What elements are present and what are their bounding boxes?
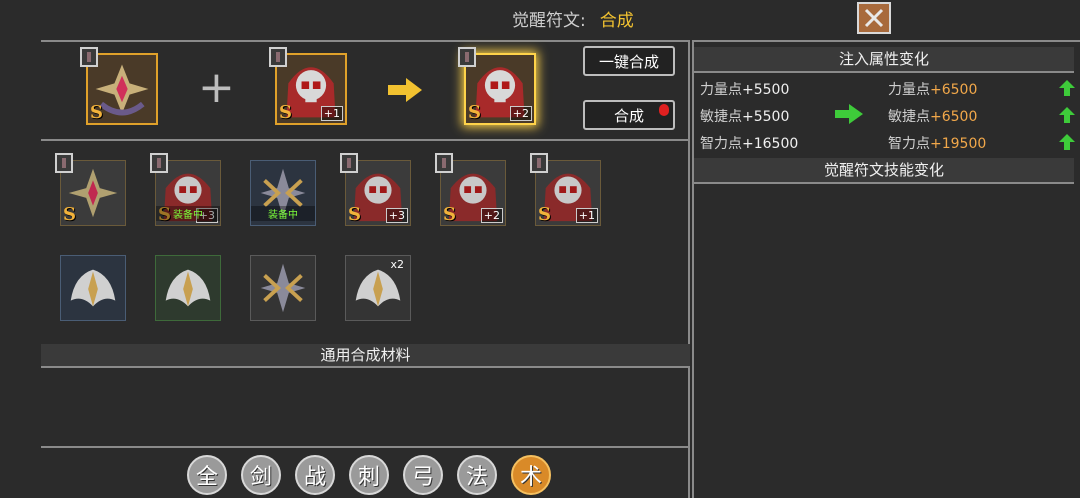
up-arrow-icon: [1059, 107, 1075, 123]
grade-label: S: [468, 102, 481, 123]
filter-assassin[interactable]: 刺: [349, 455, 389, 495]
stat-after: 敏捷点+6500: [888, 109, 978, 125]
grade-label: S: [63, 204, 76, 225]
level-label: +1: [320, 106, 343, 121]
synth-slot-b[interactable]: S +1: [269, 47, 347, 125]
level-label: +2: [509, 106, 532, 121]
stack-count: x2: [390, 258, 404, 271]
stat-after: 力量点+6500: [888, 82, 978, 98]
filter-warrior[interactable]: 战: [295, 455, 335, 495]
divider: [41, 139, 690, 141]
filter-sword[interactable]: 剑: [241, 455, 281, 495]
stat-before: 力量点+5500: [700, 82, 790, 98]
inventory-item[interactable]: S +3 装备中: [150, 153, 221, 226]
up-arrow-icon: [1059, 134, 1075, 150]
equipped-label: 装备中: [156, 206, 220, 221]
winged-star-rune-icon: [260, 263, 306, 313]
inventory-item[interactable]: S +1: [530, 153, 601, 226]
plus-symbol: +: [198, 62, 235, 113]
wings-rune-icon: [165, 269, 211, 307]
title-label: 觉醒符文:: [512, 11, 586, 31]
inventory-item[interactable]: x2: [345, 255, 411, 321]
synth-slot-a[interactable]: S: [80, 47, 158, 125]
equipped-label: 装备中: [251, 206, 315, 221]
synth-result-slot[interactable]: S +2: [458, 47, 536, 125]
inventory-item[interactable]: [60, 255, 126, 321]
filter-all[interactable]: 全: [187, 455, 227, 495]
level-label: +2: [480, 208, 503, 223]
grade-label: S: [538, 204, 551, 225]
grade-label: S: [279, 102, 292, 123]
type-badge-icon: [150, 153, 168, 173]
inventory-item[interactable]: [155, 255, 221, 321]
divider: [41, 366, 690, 368]
attr-change-title: 注入属性变化: [694, 47, 1074, 73]
type-badge-icon: [55, 153, 73, 173]
grade-label: S: [90, 102, 103, 123]
grade-label: S: [348, 204, 361, 225]
skill-change-title: 觉醒符文技能变化: [694, 158, 1074, 184]
arrow-right-icon: [835, 104, 863, 124]
auto-synthesize-button[interactable]: 一键合成: [583, 46, 675, 76]
materials-header: 通用合成材料: [41, 344, 690, 366]
type-badge-icon: [530, 153, 548, 173]
wings-rune-icon: [70, 269, 116, 307]
level-label: +1: [575, 208, 598, 223]
alert-icon: [659, 104, 669, 116]
stat-after: 智力点+19500: [888, 136, 987, 152]
type-badge-icon: [340, 153, 358, 173]
filter-bow[interactable]: 弓: [403, 455, 443, 495]
inventory-item[interactable]: [250, 255, 316, 321]
stat-before: 智力点+16500: [700, 136, 799, 152]
grade-label: S: [443, 204, 456, 225]
inventory-item[interactable]: S +2: [435, 153, 506, 226]
filter-sorcery[interactable]: 术: [511, 455, 551, 495]
type-badge-icon: [269, 47, 287, 67]
title-mode: 合成: [599, 11, 634, 31]
type-badge-icon: [435, 153, 453, 173]
divider: [41, 446, 690, 448]
window-title: 觉醒符文: 合成: [512, 6, 634, 31]
synthesize-label: 合成: [613, 106, 644, 125]
inventory-item[interactable]: S +3: [340, 153, 411, 226]
inventory-item[interactable]: S: [55, 153, 126, 226]
close-button[interactable]: [857, 2, 891, 34]
close-icon: [864, 8, 884, 28]
type-badge-icon: [458, 47, 476, 67]
up-arrow-icon: [1059, 80, 1075, 96]
type-badge-icon: [80, 47, 98, 67]
inventory-item[interactable]: 装备中: [250, 160, 316, 226]
level-label: +3: [385, 208, 408, 223]
stat-before: 敏捷点+5500: [700, 109, 790, 125]
synthesize-button[interactable]: 合成: [583, 100, 675, 130]
arrow-right-icon: [388, 78, 424, 106]
filter-mage[interactable]: 法: [457, 455, 497, 495]
